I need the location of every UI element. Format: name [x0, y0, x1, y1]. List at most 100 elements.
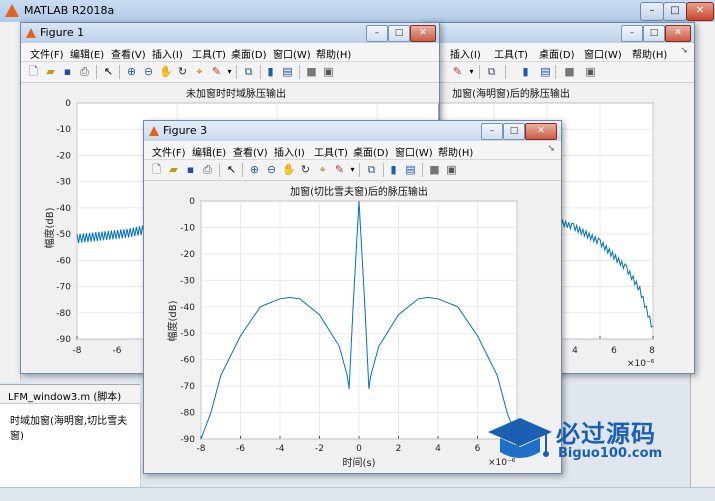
figure-3-xtick-label: 4: [435, 444, 441, 454]
legend-icon[interactable]: ▤: [281, 65, 294, 78]
colorbar-icon[interactable]: ▮: [519, 65, 532, 78]
hide-plot-tools-icon[interactable]: ■: [428, 163, 441, 176]
figure-3-maximize-button[interactable]: □: [503, 123, 525, 140]
colorbar-icon[interactable]: ▮: [387, 163, 400, 176]
figure-1-menu-view[interactable]: 查看(V): [111, 46, 146, 61]
save-icon[interactable]: ▪: [61, 65, 74, 78]
menubar-arrow-icon[interactable]: ➘: [680, 46, 688, 56]
figure-1-menu-tools[interactable]: 工具(T): [192, 46, 226, 61]
figure-2-x-exponent: ×10⁻⁶: [627, 359, 655, 369]
new-file-icon[interactable]: 🗋: [150, 163, 163, 176]
figure-2-minimize-button[interactable]: –: [621, 25, 643, 42]
legend-icon[interactable]: ▤: [404, 163, 417, 176]
link-plot-icon[interactable]: ⧉: [365, 163, 378, 176]
new-file-icon[interactable]: 🗋: [27, 65, 40, 78]
figure-3-menu-help[interactable]: 帮助(H): [438, 144, 473, 159]
figure-3-menubar: 文件(F) 编辑(E) 查看(V) 插入(I) 工具(T) 桌面(D) 窗口(W…: [144, 141, 561, 160]
brush-icon[interactable]: ✎: [210, 65, 223, 78]
hide-plot-tools-icon[interactable]: ■: [305, 65, 318, 78]
figure-1-ytick-label: -70: [56, 283, 71, 293]
figure-3-xtick-label: 2: [396, 444, 402, 454]
script-tab[interactable]: LFM_window3.m (脚本): [0, 384, 140, 404]
link-plot-icon[interactable]: ⧉: [242, 65, 255, 78]
open-file-icon[interactable]: ▰: [167, 163, 180, 176]
print-icon[interactable]: ⎙: [78, 65, 91, 78]
figure-1-ytick-label: -90: [56, 335, 71, 345]
figure-3-title: Figure 3: [163, 124, 208, 137]
figure-1-titlebar[interactable]: Figure 1 – □ ✕: [21, 23, 439, 43]
figure-1-maximize-button[interactable]: □: [388, 25, 410, 42]
rotate-icon[interactable]: ↻: [176, 65, 189, 78]
figure-3-menu-tools[interactable]: 工具(T): [314, 144, 348, 159]
figure-3-titlebar[interactable]: Figure 3 – □ ✕: [144, 121, 561, 141]
figure-1-menu-file[interactable]: 文件(F): [30, 46, 64, 61]
figure-1-ytick-label: -50: [56, 230, 71, 240]
figure-3-menu-window[interactable]: 窗口(W): [395, 144, 433, 159]
figure-1-menu-desktop[interactable]: 桌面(D): [231, 46, 267, 61]
figure-2-menu-tools[interactable]: 工具(T): [494, 46, 528, 61]
show-plot-tools-icon[interactable]: ▣: [445, 163, 458, 176]
figure-3-chart-title: 加窗(切比雪夫窗)后的脉压输出: [290, 185, 428, 198]
script-details-panel: 时域加窗(海明窗,切比雪夫窗): [0, 404, 141, 500]
save-icon[interactable]: ▪: [184, 163, 197, 176]
open-file-icon[interactable]: ▰: [44, 65, 57, 78]
pointer-icon[interactable]: ↖: [225, 163, 238, 176]
figure-2-maximize-button[interactable]: □: [643, 25, 665, 42]
pan-icon[interactable]: ✋: [159, 65, 173, 78]
figure-3-xtick-label: 0: [356, 444, 362, 454]
figure-1-menubar: 文件(F) 编辑(E) 查看(V) 插入(I) 工具(T) 桌面(D) 窗口(W…: [21, 43, 439, 62]
figure-3-menu-insert[interactable]: 插入(I): [274, 144, 305, 159]
figure-3-ytick-label: -40: [180, 303, 195, 313]
maximize-button[interactable]: □: [663, 2, 687, 21]
figure-2-chart-title: 加窗(海明窗)后的脉压输出: [452, 87, 570, 100]
figure-1-close-button[interactable]: ✕: [410, 25, 436, 42]
pan-icon[interactable]: ✋: [282, 163, 296, 176]
figure-2-close-button[interactable]: ✕: [665, 25, 691, 42]
pointer-icon[interactable]: ↖: [102, 65, 115, 78]
figure-3-menu-edit[interactable]: 编辑(E): [192, 144, 226, 159]
legend-icon[interactable]: ▤: [539, 65, 552, 78]
figure-1-menu-help[interactable]: 帮助(H): [316, 46, 351, 61]
brush-icon[interactable]: ✎: [451, 65, 464, 78]
figure-3-close-button[interactable]: ✕: [525, 123, 557, 140]
watermark-brand-text: 必过源码: [556, 420, 656, 448]
figure-2-menu-window[interactable]: 窗口(W): [584, 46, 622, 61]
matlab-titlebar: MATLAB R2018a – □ ✕: [0, 0, 715, 23]
figure-2-menu-desktop[interactable]: 桌面(D): [539, 46, 575, 61]
figure-1-menu-edit[interactable]: 编辑(E): [70, 46, 104, 61]
figure-1-menu-insert[interactable]: 插入(I): [152, 46, 183, 61]
zoom-out-icon[interactable]: ⊖: [142, 65, 155, 78]
link-plot-icon[interactable]: ⧉: [485, 65, 498, 78]
brush-icon[interactable]: ✎: [333, 163, 346, 176]
minimize-button[interactable]: –: [640, 2, 664, 21]
colorbar-icon[interactable]: ▮: [264, 65, 277, 78]
zoom-in-icon[interactable]: ⊕: [125, 65, 138, 78]
figure-3-minimize-button[interactable]: –: [481, 123, 503, 140]
close-button[interactable]: ✕: [686, 2, 714, 21]
rotate-icon[interactable]: ↻: [299, 163, 312, 176]
brush-dropdown-icon[interactable]: ▾: [223, 65, 236, 78]
figure-1-minimize-button[interactable]: –: [366, 25, 388, 42]
figure-3-ytick-label: 0: [189, 197, 195, 207]
figure-2-titlebar[interactable]: – □ ✕: [421, 23, 694, 43]
zoom-in-icon[interactable]: ⊕: [248, 163, 261, 176]
figure-1-ytick-label: -80: [56, 309, 71, 319]
brush-dropdown-icon[interactable]: ▾: [465, 65, 478, 78]
figure-3-menu-view[interactable]: 查看(V): [233, 144, 268, 159]
matlab-figure-icon: [149, 126, 159, 136]
brush-dropdown-icon[interactable]: ▾: [346, 163, 359, 176]
figure-2-menu-insert[interactable]: 插入(I): [450, 46, 481, 61]
figure-1-menu-window[interactable]: 窗口(W): [273, 46, 311, 61]
figure-3-menu-desktop[interactable]: 桌面(D): [353, 144, 389, 159]
hide-plot-tools-icon[interactable]: ■: [563, 65, 576, 78]
figure-3-menu-file[interactable]: 文件(F): [152, 144, 186, 159]
data-cursor-icon[interactable]: ⌖: [193, 65, 206, 78]
zoom-out-icon[interactable]: ⊖: [265, 163, 278, 176]
data-cursor-icon[interactable]: ⌖: [316, 163, 329, 176]
figure-1-xtick--8: -8: [73, 346, 82, 356]
show-plot-tools-icon[interactable]: ▣: [322, 65, 335, 78]
menubar-arrow-icon[interactable]: ➘: [547, 144, 555, 154]
show-plot-tools-icon[interactable]: ▣: [584, 65, 597, 78]
print-icon[interactable]: ⎙: [201, 163, 214, 176]
figure-2-menu-help[interactable]: 帮助(H): [632, 46, 667, 61]
